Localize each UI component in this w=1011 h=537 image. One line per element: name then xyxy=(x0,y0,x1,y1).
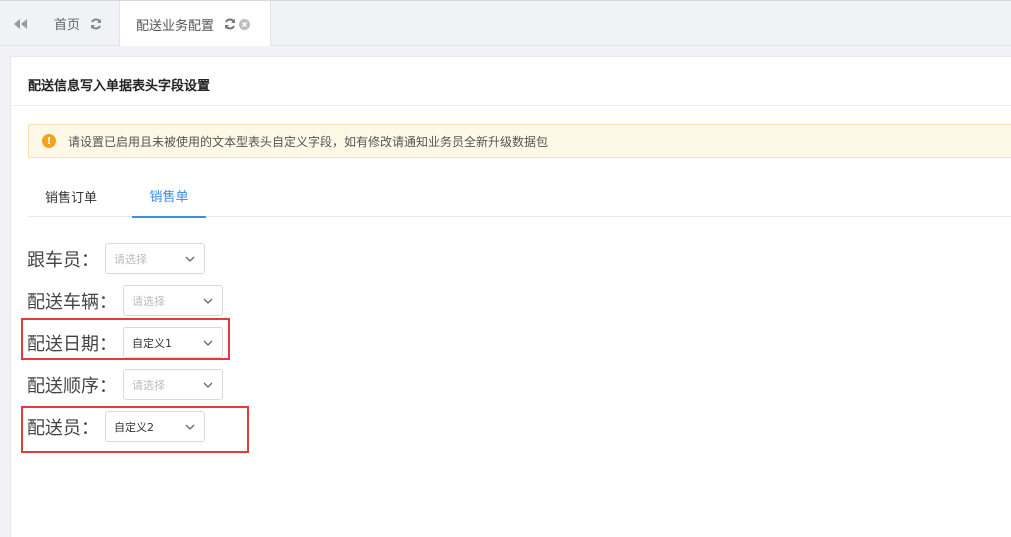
tab-delivery-config[interactable]: 配送业务配置 xyxy=(119,1,271,47)
form-row-vehicle: 配送车辆： 请选择 xyxy=(27,285,223,316)
alert-text: 请设置已启用且未被使用的文本型表头自定义字段，如有修改请通知业务员全新升级数据包 xyxy=(68,134,549,149)
refresh-icon[interactable] xyxy=(90,18,102,30)
chevron-down-icon xyxy=(203,298,213,304)
tab-sales-bill[interactable]: 销售单 xyxy=(132,175,206,218)
close-circle-icon[interactable] xyxy=(239,18,251,30)
tab-home-label: 首页 xyxy=(54,18,81,33)
highlight-box xyxy=(21,318,230,360)
form-row-follow-staff: 跟车员： 请选择 xyxy=(27,243,205,274)
exclamation-circle-icon: ! xyxy=(42,134,56,148)
order-type-tabs: 销售订单 销售单 xyxy=(28,175,1011,218)
tab-bar: 首页 配送业务配置 xyxy=(0,0,1011,47)
delivery-order-select[interactable]: 请选择 xyxy=(123,369,223,400)
warning-alert: ! 请设置已启用且未被使用的文本型表头自定义字段，如有修改请通知业务员全新升级数… xyxy=(28,124,1011,158)
follow-staff-select[interactable]: 请选择 xyxy=(105,243,205,274)
select-placeholder: 请选择 xyxy=(132,378,165,392)
vehicle-select[interactable]: 请选择 xyxy=(123,285,223,316)
double-chevron-left-icon[interactable] xyxy=(10,14,32,34)
tab-home[interactable]: 首页 xyxy=(42,1,114,46)
follow-staff-label: 跟车员： xyxy=(27,249,99,271)
card-divider xyxy=(11,105,1011,106)
form-row-delivery-order: 配送顺序： 请选择 xyxy=(27,369,223,400)
highlight-box xyxy=(21,406,249,453)
delivery-order-label: 配送顺序： xyxy=(27,375,117,397)
select-placeholder: 请选择 xyxy=(132,294,165,308)
chevron-down-icon xyxy=(185,256,195,262)
chevron-down-icon xyxy=(203,382,213,388)
vehicle-label: 配送车辆： xyxy=(27,291,117,313)
tab-sales-order[interactable]: 销售订单 xyxy=(28,175,114,217)
refresh-icon[interactable] xyxy=(224,18,236,30)
select-placeholder: 请选择 xyxy=(114,252,147,266)
tab-delivery-config-label: 配送业务配置 xyxy=(136,18,215,34)
card-title: 配送信息写入单据表头字段设置 xyxy=(28,79,211,94)
